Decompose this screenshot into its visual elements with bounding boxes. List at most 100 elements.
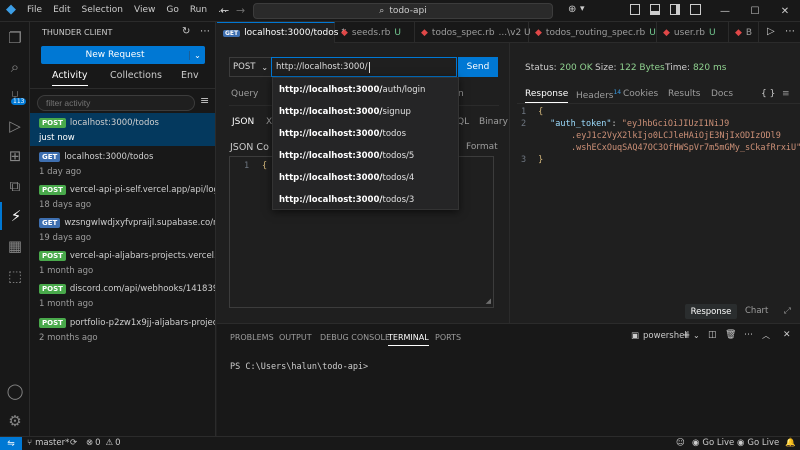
history-item[interactable]: POSTportfolio-p2zw1x9jj-aljabars-project… xyxy=(30,313,215,346)
refresh-icon[interactable]: ↻ xyxy=(182,26,190,37)
panel-tab-problems[interactable]: PROBLEMS xyxy=(230,333,274,342)
run-debug-icon[interactable]: ▷ xyxy=(0,112,30,140)
autocomplete-item[interactable]: http://localhost:3000/signup xyxy=(279,107,411,117)
more-actions-icon[interactable]: ⋯ xyxy=(200,26,210,37)
copilot-status-icon[interactable]: ☺ xyxy=(676,438,685,448)
thunder-client-icon[interactable]: ⚡ xyxy=(0,202,30,230)
toggle-panel-icon[interactable] xyxy=(650,4,660,15)
menu-lines-icon[interactable]: ≡ xyxy=(782,89,790,99)
tab-todos-spec-rb[interactable]: ◆ todos_spec.rb ...\v2 U xyxy=(415,22,531,43)
url-input[interactable]: http://localhost:3000/ xyxy=(271,57,457,77)
menu-lines-icon[interactable]: ≡ xyxy=(200,94,209,107)
new-request-button[interactable]: New Request ⌄ xyxy=(41,46,205,64)
tab-query[interactable]: Query xyxy=(231,89,258,99)
source-control-icon[interactable]: ⑂ xyxy=(0,82,30,110)
copilot-icon[interactable]: ⊕ xyxy=(568,4,576,15)
braces-icon[interactable]: { } xyxy=(761,89,775,99)
history-item[interactable]: POSTvercel-api-aljabars-projects.vercel.… xyxy=(30,246,215,279)
close-panel-icon[interactable]: ✕ xyxy=(783,330,791,340)
maximize-icon[interactable]: ☐ xyxy=(740,0,770,22)
autocomplete-item[interactable]: http://localhost:3000/auth/login xyxy=(279,85,425,95)
go-live-button-2[interactable]: ◉ Go Live xyxy=(737,438,779,448)
tab-env[interactable]: Env xyxy=(181,70,199,81)
expand-icon[interactable]: ⤢ xyxy=(784,306,791,316)
toggle-sidebar-icon[interactable] xyxy=(630,4,640,15)
git-branch[interactable]: ⑂ master* xyxy=(27,438,69,448)
search-icon[interactable]: ⌕ xyxy=(0,53,30,81)
resp-tab-results[interactable]: Results xyxy=(668,89,701,99)
split-terminal-icon[interactable]: ◫ xyxy=(708,330,717,340)
notifications-bell-icon[interactable]: 🔔 xyxy=(785,438,796,448)
autocomplete-item[interactable]: http://localhost:3000/todos/5 xyxy=(279,151,414,161)
forward-arrow-icon[interactable]: → xyxy=(236,4,245,17)
panel-tab-terminal[interactable]: TERMINAL xyxy=(388,333,429,346)
history-item[interactable]: GET localhost:3000/todos 1 day ago xyxy=(30,147,215,180)
terminal-shell-selector[interactable]: ▣ powershell xyxy=(631,331,689,341)
chevron-down-icon[interactable]: ⌄ xyxy=(693,331,700,340)
panel-tab-ports[interactable]: PORTS xyxy=(435,333,461,342)
menu-go[interactable]: Go xyxy=(166,5,178,15)
panel-tab-output[interactable]: OUTPUT xyxy=(279,333,312,342)
panel-splitter[interactable] xyxy=(509,43,510,323)
chevron-down-icon[interactable]: ⌄ xyxy=(189,50,205,60)
history-item[interactable]: GETwzsngwlwdjxyfvpraijl.supabase.co/rest… xyxy=(30,213,215,246)
more-actions-icon[interactable]: ⋯ xyxy=(785,26,795,37)
tab-collections[interactable]: Collections xyxy=(110,70,162,81)
response-view-button[interactable]: Response xyxy=(685,304,737,319)
remote-indicator-icon[interactable]: ⇋ xyxy=(0,437,22,450)
explorer-icon[interactable]: ❐ xyxy=(0,24,30,52)
tab-activity[interactable]: Activity xyxy=(52,70,88,86)
customize-layout-icon[interactable] xyxy=(690,4,701,15)
tab-seeds-rb[interactable]: ◆ seeds.rb U xyxy=(335,22,415,43)
extensions-icon[interactable]: ⊞ xyxy=(0,142,30,170)
docker-icon[interactable]: ⬚ xyxy=(0,262,30,290)
tab-overflow[interactable]: ◆ B xyxy=(729,22,759,43)
body-tab-binary[interactable]: Binary xyxy=(479,117,508,127)
database-icon[interactable]: ▦ xyxy=(0,232,30,260)
resp-tab-headers[interactable]: Headers14 xyxy=(576,89,621,101)
menu-file[interactable]: File xyxy=(27,5,42,15)
chart-view-button[interactable]: Chart xyxy=(745,306,768,316)
resp-tab-response[interactable]: Response xyxy=(525,89,569,103)
split-editor-icon[interactable]: ▷ xyxy=(767,26,775,37)
tab-user-rb[interactable]: ◆ user.rb U xyxy=(657,22,729,43)
account-icon[interactable]: ◯ xyxy=(0,377,30,405)
back-arrow-icon[interactable]: ← xyxy=(220,4,229,17)
toggle-secondary-sidebar-icon[interactable] xyxy=(670,4,680,15)
autocomplete-item[interactable]: http://localhost:3000/todos xyxy=(279,129,406,139)
more-actions-icon[interactable]: ⋯ xyxy=(744,330,753,340)
menu-view[interactable]: View xyxy=(134,5,155,15)
tab-thunder-request[interactable]: GET localhost:3000/todos * xyxy=(217,22,346,43)
command-center-search[interactable]: ⌕ todo-api xyxy=(253,3,553,19)
problems-indicator[interactable]: ⊗ 0 ⚠ 0 xyxy=(86,438,121,448)
chevron-down-icon[interactable]: ▾ xyxy=(580,4,585,14)
tab-todos-routing-spec-rb[interactable]: ◆ todos_routing_spec.rb U xyxy=(529,22,657,43)
method-select[interactable]: POST ⌄ xyxy=(229,57,272,77)
menu-edit[interactable]: Edit xyxy=(53,5,70,15)
format-button[interactable]: Format xyxy=(466,142,498,152)
filter-activity-input[interactable] xyxy=(37,95,195,111)
resp-tab-docs[interactable]: Docs xyxy=(711,89,733,99)
settings-gear-icon[interactable]: ⚙ xyxy=(0,407,30,435)
go-live-button-1[interactable]: ◉ Go Live xyxy=(692,438,734,448)
autocomplete-item[interactable]: http://localhost:3000/todos/3 xyxy=(279,195,414,205)
history-item[interactable]: POST vercel-api-pi-self.vercel.app/api/lo… xyxy=(30,180,215,213)
autocomplete-item[interactable]: http://localhost:3000/todos/4 xyxy=(279,173,414,183)
panel-tab-debug-console[interactable]: DEBUG CONSOLE xyxy=(320,333,390,342)
send-button[interactable]: Send xyxy=(458,57,498,77)
history-item[interactable]: POST localhost:3000/todos just now xyxy=(30,113,215,146)
add-terminal-icon[interactable]: + xyxy=(682,330,690,341)
trash-icon[interactable]: 🗑 xyxy=(725,330,736,340)
minimize-icon[interactable]: — xyxy=(710,0,740,22)
menu-run[interactable]: Run xyxy=(190,5,207,15)
terminal-prompt[interactable]: PS C:\Users\halun\todo-api> xyxy=(230,362,368,372)
resize-handle-icon[interactable]: ◢ xyxy=(486,297,491,305)
close-icon[interactable]: ✕ xyxy=(770,0,800,22)
sync-icon[interactable]: ⟳ xyxy=(70,438,77,448)
body-tab-json[interactable]: JSON xyxy=(232,117,254,127)
menu-selection[interactable]: Selection xyxy=(82,5,123,15)
remote-explorer-icon[interactable]: ⧉ xyxy=(0,172,30,200)
resp-tab-cookies[interactable]: Cookies xyxy=(623,89,658,99)
chevron-up-icon[interactable]: ︿ xyxy=(762,330,770,341)
history-item[interactable]: POSTdiscord.com/api/webhooks/14183999...… xyxy=(30,279,215,312)
